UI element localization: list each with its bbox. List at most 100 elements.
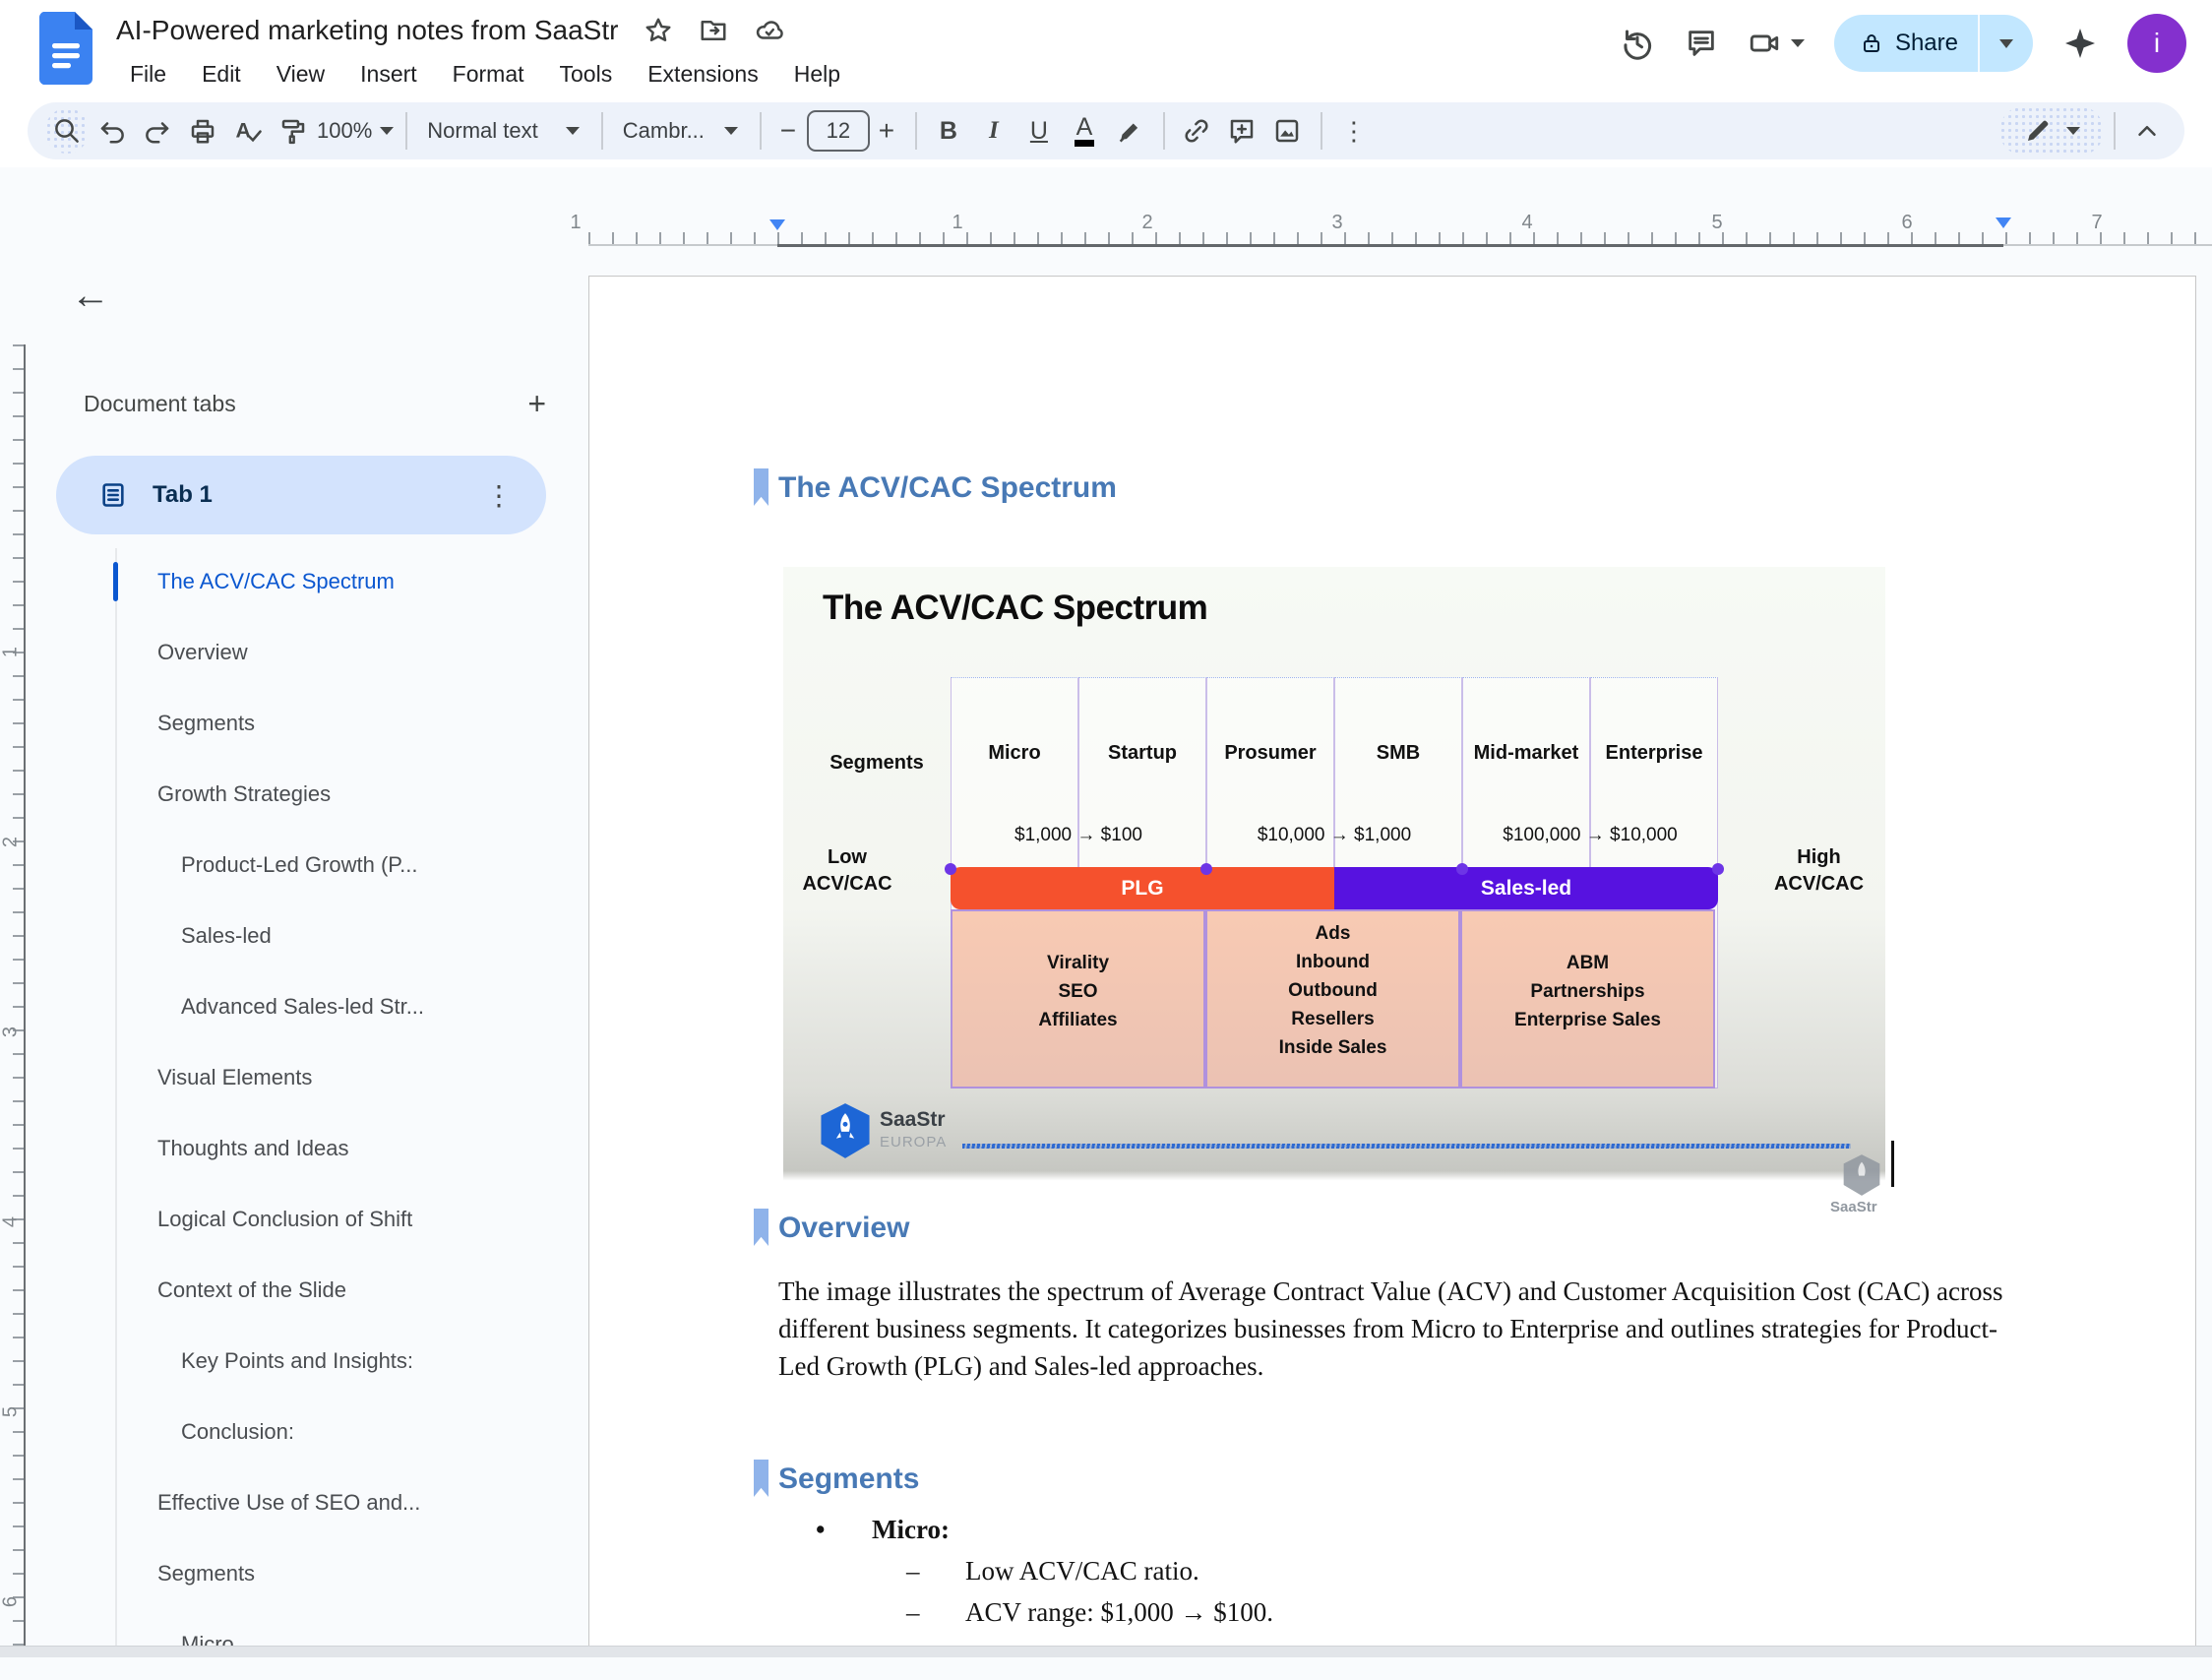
comments-icon[interactable]: [1685, 27, 1718, 60]
menu-edit[interactable]: Edit: [188, 57, 255, 92]
menu-help[interactable]: Help: [780, 57, 854, 92]
highlight-color-button[interactable]: [1108, 108, 1151, 154]
paint-format-button[interactable]: [272, 108, 315, 154]
font-size-increase-button[interactable]: +: [870, 108, 903, 154]
font-size-decrease-button[interactable]: −: [771, 108, 805, 154]
outline-item[interactable]: Growth Strategies: [30, 759, 581, 830]
outline-item[interactable]: Segments: [30, 1538, 581, 1609]
gemini-sparkle-icon[interactable]: [2062, 26, 2098, 61]
slide-column-label: Prosumer: [1206, 742, 1334, 765]
slide-title: The ACV/CAC Spectrum: [823, 589, 1207, 628]
slide-segments-label: Segments: [818, 752, 936, 775]
tactic: Virality: [1047, 949, 1109, 977]
saastr-logo-text: SaaStr: [880, 1108, 946, 1132]
insert-image-button[interactable]: [1265, 108, 1309, 154]
menu-view[interactable]: View: [263, 57, 338, 92]
slide-column-label: Mid-market: [1462, 742, 1590, 765]
toolbar-divider: [601, 112, 603, 150]
zoom-caret-icon: [380, 127, 394, 135]
underline-button[interactable]: U: [1017, 108, 1061, 154]
outline-item[interactable]: Advanced Sales-led Str...: [30, 971, 581, 1042]
doc-heading-acv-cac: The ACV/CAC Spectrum: [754, 471, 1117, 506]
outline-item[interactable]: Conclusion:: [30, 1397, 581, 1467]
menu-insert[interactable]: Insert: [346, 57, 431, 92]
outline-item[interactable]: Product-Led Growth (P...: [30, 830, 581, 901]
cloud-status-icon[interactable]: [754, 16, 785, 45]
share-button-group: Share: [1834, 15, 2033, 72]
paragraph-style-select[interactable]: Normal text: [417, 108, 588, 154]
menu-file[interactable]: File: [116, 57, 180, 92]
font-family-select[interactable]: Cambr...: [613, 108, 748, 154]
ruler-ticks: [13, 344, 24, 1657]
star-icon[interactable]: [644, 16, 673, 45]
outline-item[interactable]: Segments: [30, 688, 581, 759]
slide-acv-range: $1,000 → $100: [951, 825, 1206, 846]
move-folder-icon[interactable]: [699, 16, 728, 45]
menu-tools[interactable]: Tools: [546, 57, 627, 92]
embedded-slide-image[interactable]: The ACV/CAC Spectrum Segments Micro Star…: [783, 567, 1885, 1223]
tab-options-button[interactable]: ⋮: [477, 479, 521, 512]
account-avatar[interactable]: i: [2127, 14, 2186, 73]
font-size-input[interactable]: 12: [807, 110, 870, 152]
outline-item[interactable]: Visual Elements: [30, 1042, 581, 1113]
bullet-term: Micro:: [872, 1515, 950, 1545]
slide-column-label: SMB: [1334, 742, 1462, 765]
viewport-bottom-strip: [0, 1646, 2212, 1657]
menu-format[interactable]: Format: [439, 57, 538, 92]
right-indent-marker[interactable]: [1996, 228, 2011, 246]
outline-item[interactable]: Sales-led: [30, 901, 581, 971]
vertical-ruler[interactable]: 1 2 3 4 5 6: [0, 344, 26, 1657]
tactic: Resellers: [1291, 1005, 1375, 1033]
saastr-logo-faded-icon: [1842, 1153, 1881, 1197]
version-history-icon[interactable]: [1620, 26, 1655, 61]
ruler-number: 6: [0, 1589, 23, 1615]
add-comment-button[interactable]: [1220, 108, 1263, 154]
outline-item[interactable]: Key Points and Insights:: [30, 1326, 581, 1397]
left-indent-marker[interactable]: [769, 230, 785, 248]
outline-item[interactable]: Micro: [30, 1609, 581, 1680]
undo-button[interactable]: [91, 108, 134, 154]
doc-heading-overview: Overview: [754, 1212, 909, 1246]
outline-item[interactable]: Effective Use of SEO and...: [30, 1467, 581, 1538]
spell-check-button[interactable]: A: [226, 108, 270, 154]
more-options-button[interactable]: ⋮: [1332, 108, 1376, 154]
outline-item[interactable]: Thoughts and Ideas: [30, 1113, 581, 1184]
menu-extensions[interactable]: Extensions: [634, 57, 772, 92]
print-button[interactable]: [181, 108, 224, 154]
hide-menus-button[interactable]: [2125, 108, 2169, 154]
close-sidebar-button[interactable]: ←: [71, 276, 110, 315]
toolbar-divider: [1321, 112, 1322, 150]
tab-item-1[interactable]: Tab 1 ⋮: [56, 456, 546, 534]
text-color-button[interactable]: A: [1063, 108, 1106, 154]
menu-bar: File Edit View Insert Format Tools Exten…: [116, 57, 854, 92]
horizontal-ruler[interactable]: 1 1 2 3 4 5 6 7: [561, 207, 2212, 250]
ruler-number: 6: [1892, 212, 1922, 234]
insert-link-button[interactable]: [1175, 108, 1218, 154]
slide-mid-tactics-box: Ads Inbound Outbound Resellers Inside Sa…: [1205, 909, 1460, 1089]
formatting-toolbar: A 100% Normal text Cambr... − 12 + B I U…: [28, 102, 2184, 159]
share-dropdown-button[interactable]: [1980, 15, 2033, 72]
bold-button[interactable]: B: [927, 108, 970, 154]
video-call-button[interactable]: [1748, 27, 1805, 60]
tactic: Inbound: [1296, 948, 1370, 976]
redo-button[interactable]: [136, 108, 179, 154]
toolbar-divider: [760, 112, 762, 150]
document-page[interactable]: The ACV/CAC Spectrum The ACV/CAC Spectru…: [588, 276, 2196, 1657]
outline-item[interactable]: The ACV/CAC Spectrum: [30, 546, 581, 617]
tab-label: Tab 1: [153, 481, 477, 509]
outline-item[interactable]: Logical Conclusion of Shift: [30, 1184, 581, 1255]
tactic: SEO: [1058, 977, 1097, 1006]
editing-mode-select[interactable]: [1999, 106, 2104, 156]
zoom-select[interactable]: 100%: [317, 108, 394, 154]
outline-item[interactable]: Context of the Slide: [30, 1255, 581, 1326]
add-tab-button[interactable]: +: [527, 388, 546, 419]
google-docs-logo-icon[interactable]: [39, 12, 92, 85]
outline-item[interactable]: Overview: [30, 617, 581, 688]
ruler-number: 7: [2082, 212, 2112, 234]
share-button[interactable]: Share: [1834, 15, 1978, 72]
document-title[interactable]: AI-Powered marketing notes from SaaStr: [116, 15, 618, 46]
search-menus-button[interactable]: [45, 108, 89, 154]
style-caret-icon: [566, 127, 580, 135]
italic-button[interactable]: I: [972, 108, 1015, 154]
ruler-number: 4: [0, 1210, 23, 1235]
